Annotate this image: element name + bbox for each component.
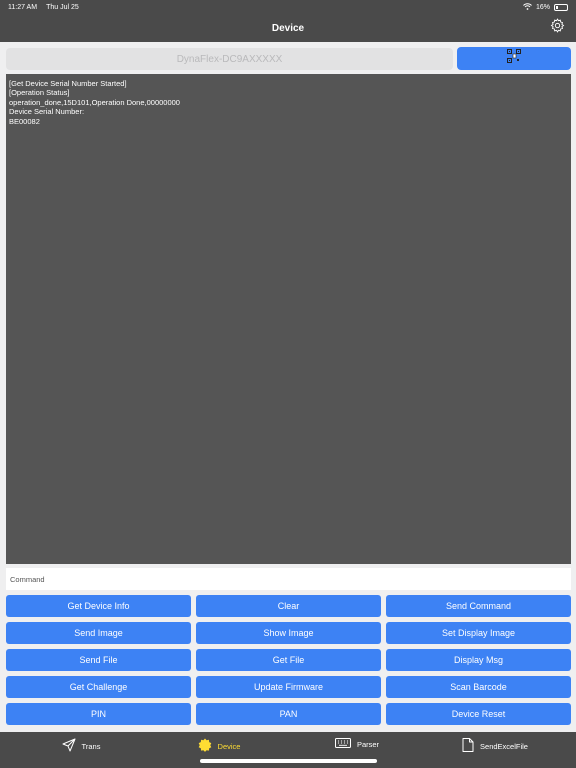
battery-icon [554, 3, 568, 11]
tab-parser-label: Parser [356, 739, 380, 749]
pin-button[interactable]: PIN [6, 703, 191, 725]
tab-device[interactable]: Device [160, 738, 278, 754]
status-date: Thu Jul 25 [46, 3, 79, 11]
battery-percent: 16% [535, 3, 550, 11]
status-bar: 11:27 AM Thu Jul 25 16% [0, 0, 576, 14]
home-indicator[interactable] [200, 759, 377, 763]
wifi-icon [523, 2, 532, 12]
tab-parser[interactable]: Parser [298, 738, 416, 750]
show-image-button[interactable]: Show Image [196, 622, 381, 644]
nav-bar: Device [0, 14, 576, 42]
send-image-button[interactable]: Send Image [6, 622, 191, 644]
scan-device-button[interactable] [457, 47, 571, 70]
device-badge-icon [198, 738, 212, 754]
tab-trans-label: Trans [81, 741, 101, 751]
gear-icon [550, 18, 565, 38]
update-firmware-button[interactable]: Update Firmware [196, 676, 381, 698]
action-button-grid: Get Device Info Clear Send Command Send … [6, 595, 571, 725]
document-icon [462, 738, 474, 754]
settings-button[interactable] [548, 18, 566, 38]
send-file-button[interactable]: Send File [6, 649, 191, 671]
tab-trans[interactable]: Trans [22, 738, 140, 754]
device-name-field[interactable] [6, 48, 453, 70]
log-output: [Get Device Serial Number Started] [Oper… [6, 74, 571, 564]
device-reset-button[interactable]: Device Reset [386, 703, 571, 725]
tab-device-label: Device [217, 741, 241, 751]
page-title: Device [271, 22, 305, 34]
status-time: 11:27 AM [8, 3, 38, 11]
scan-barcode-button[interactable]: Scan Barcode [386, 676, 571, 698]
pan-button[interactable]: PAN [196, 703, 381, 725]
clear-button[interactable]: Clear [196, 595, 381, 617]
set-display-image-button[interactable]: Set Display Image [386, 622, 571, 644]
get-challenge-button[interactable]: Get Challenge [6, 676, 191, 698]
send-command-button[interactable]: Send Command [386, 595, 571, 617]
qr-scan-icon [507, 49, 521, 68]
send-icon [62, 738, 76, 754]
tab-send-excel-file[interactable]: SendExcelFile [436, 738, 554, 754]
get-file-button[interactable]: Get File [196, 649, 381, 671]
get-device-info-button[interactable]: Get Device Info [6, 595, 191, 617]
tab-send-excel-file-label: SendExcelFile [480, 741, 528, 751]
command-input[interactable] [6, 568, 571, 590]
display-msg-button[interactable]: Display Msg [386, 649, 571, 671]
keyboard-icon [334, 738, 351, 750]
